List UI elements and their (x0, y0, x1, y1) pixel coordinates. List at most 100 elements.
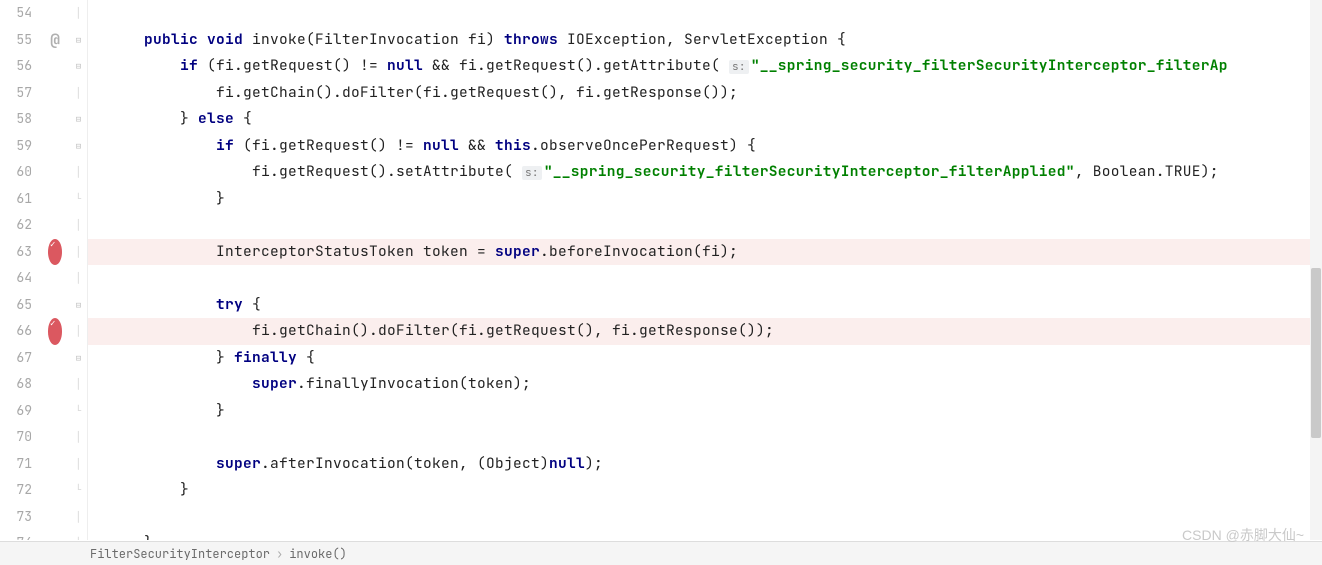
line-number: 59 (0, 133, 32, 160)
line-numbers-column: 5455565758596061626364656667686970717273… (0, 0, 40, 540)
code-token: try (216, 295, 243, 314)
code-token: super (495, 242, 540, 261)
gutter-slot[interactable] (40, 398, 70, 425)
gutter-slot[interactable] (40, 0, 70, 27)
code-line[interactable]: } (88, 530, 1322, 540)
gutter-slot[interactable] (40, 212, 70, 239)
line-number: 54 (0, 0, 32, 27)
breakpoint-icon[interactable] (40, 239, 70, 266)
override-marker-icon[interactable]: @ (40, 27, 70, 54)
code-line[interactable] (88, 424, 1322, 451)
code-token: IOException, ServletException { (558, 30, 846, 49)
code-line[interactable]: super.afterInvocation(token, (Object)nul… (88, 451, 1322, 478)
code-line[interactable]: } finally { (88, 345, 1322, 372)
annotations-column[interactable]: @ (40, 0, 70, 540)
line-number: 72 (0, 477, 32, 504)
code-token: { (297, 348, 315, 367)
code-token: finally (234, 348, 297, 367)
line-number: 58 (0, 106, 32, 133)
fold-handle (70, 477, 87, 504)
gutter-slot[interactable] (40, 477, 70, 504)
code-token (108, 374, 252, 393)
code-line[interactable] (88, 212, 1322, 239)
fold-handle[interactable] (70, 106, 87, 133)
line-number: 70 (0, 424, 32, 451)
fold-handle (70, 212, 87, 239)
gutter-slot[interactable] (40, 265, 70, 292)
gutter-slot[interactable] (40, 504, 70, 531)
code-token: InterceptorStatusToken token = (108, 242, 495, 261)
gutter-slot[interactable] (40, 186, 70, 213)
fold-column[interactable] (70, 0, 88, 540)
gutter-slot[interactable] (40, 424, 70, 451)
fold-handle (70, 504, 87, 531)
gutter-slot[interactable] (40, 106, 70, 133)
code-token: null (387, 56, 423, 75)
gutter-slot[interactable] (40, 133, 70, 160)
code-line[interactable] (88, 504, 1322, 531)
line-number: 68 (0, 371, 32, 398)
gutter-slot[interactable] (40, 292, 70, 319)
line-number: 62 (0, 212, 32, 239)
code-line[interactable]: fi.getChain().doFilter(fi.getRequest(), … (88, 318, 1322, 345)
fold-handle[interactable] (70, 292, 87, 319)
code-line[interactable]: if (fi.getRequest() != null && fi.getReq… (88, 53, 1322, 80)
code-token: fi.getChain().doFilter(fi.getRequest(), … (108, 321, 774, 340)
fold-handle[interactable] (70, 345, 87, 372)
breadcrumb-method[interactable]: invoke() (289, 546, 347, 562)
code-line[interactable]: super.finallyInvocation(token); (88, 371, 1322, 398)
line-number: 71 (0, 451, 32, 478)
code-area[interactable]: public void invoke(FilterInvocation fi) … (88, 0, 1322, 540)
code-line[interactable]: fi.getRequest().setAttribute( s:"__sprin… (88, 159, 1322, 186)
code-line[interactable]: InterceptorStatusToken token = super.bef… (88, 239, 1322, 266)
code-line[interactable]: if (fi.getRequest() != null && this.obse… (88, 133, 1322, 160)
line-number: 69 (0, 398, 32, 425)
code-token: invoke(FilterInvocation fi) (252, 30, 504, 49)
code-token: (fi.getRequest() != (234, 136, 423, 155)
breadcrumb-class[interactable]: FilterSecurityInterceptor (90, 546, 270, 562)
code-line[interactable] (88, 265, 1322, 292)
gutter-slot[interactable] (40, 345, 70, 372)
code-line[interactable] (88, 0, 1322, 27)
code-token: { (234, 109, 252, 128)
line-number: 65 (0, 292, 32, 319)
line-number: 67 (0, 345, 32, 372)
gutter-slot[interactable] (40, 451, 70, 478)
code-line[interactable]: } (88, 477, 1322, 504)
fold-handle (70, 80, 87, 107)
code-line[interactable]: } (88, 398, 1322, 425)
fold-handle (70, 424, 87, 451)
breakpoint-icon[interactable] (40, 318, 70, 345)
gutter-slot[interactable] (40, 530, 70, 540)
code-line[interactable]: public void invoke(FilterInvocation fi) … (88, 27, 1322, 54)
code-token: else (198, 109, 234, 128)
vertical-scrollbar[interactable] (1310, 0, 1322, 540)
fold-handle (70, 530, 87, 540)
line-number: 57 (0, 80, 32, 107)
code-line[interactable]: } (88, 186, 1322, 213)
code-token (108, 30, 144, 49)
fold-handle[interactable] (70, 133, 87, 160)
code-line[interactable]: fi.getChain().doFilter(fi.getRequest(), … (88, 80, 1322, 107)
fold-handle[interactable] (70, 27, 87, 54)
fold-handle (70, 451, 87, 478)
code-token: } (108, 189, 225, 208)
fold-handle (70, 371, 87, 398)
code-token: } (108, 348, 234, 367)
code-editor[interactable]: 5455565758596061626364656667686970717273… (0, 0, 1322, 540)
line-number: 73 (0, 504, 32, 531)
gutter-slot[interactable] (40, 371, 70, 398)
line-number: 56 (0, 53, 32, 80)
code-token: null (423, 136, 459, 155)
code-token: this (495, 136, 531, 155)
gutter-slot[interactable] (40, 159, 70, 186)
code-token: super (252, 374, 297, 393)
code-token: super (216, 454, 261, 473)
code-line[interactable]: try { (88, 292, 1322, 319)
breadcrumb[interactable]: FilterSecurityInterceptor › invoke() (0, 541, 1322, 565)
gutter-slot[interactable] (40, 53, 70, 80)
code-line[interactable]: } else { (88, 106, 1322, 133)
fold-handle[interactable] (70, 53, 87, 80)
gutter-slot[interactable] (40, 80, 70, 107)
scroll-thumb[interactable] (1311, 268, 1321, 438)
